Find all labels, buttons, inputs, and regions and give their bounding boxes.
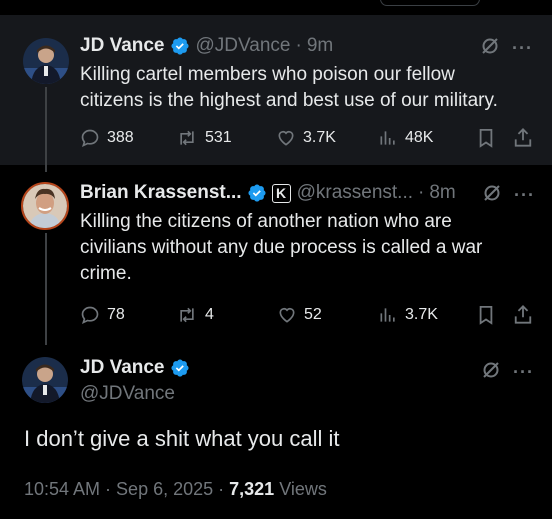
affiliate-badge-icon[interactable]: K — [271, 183, 291, 203]
views-button[interactable]: 48K — [378, 128, 433, 148]
tweet-text-line: civilians without any due process is cal… — [80, 237, 483, 258]
share-button[interactable] — [513, 304, 533, 325]
avatar-jdvance[interactable] — [23, 38, 69, 84]
like-button[interactable]: 52 — [277, 305, 322, 325]
tweet-2-handle[interactable]: @krassenst... — [297, 182, 413, 204]
share-button[interactable] — [513, 127, 533, 148]
tweet-1-time[interactable]: 9m — [307, 35, 333, 57]
reply-count: 78 — [107, 306, 125, 323]
tweet-text-line: Killing cartel members who poison our fe… — [80, 64, 455, 85]
grok-icon[interactable] — [481, 360, 501, 385]
heart-icon — [278, 130, 294, 146]
top-pill-button[interactable] — [380, 0, 480, 6]
main-tweet-header: JD Vance — [80, 357, 190, 379]
tweet-2-header: Brian Krassenst... K @krassenst... · 8m — [80, 182, 456, 204]
avatar-jdvance-main[interactable] — [22, 357, 68, 403]
reply-icon — [81, 306, 99, 325]
repost-count: 4 — [205, 306, 214, 323]
reply-icon — [81, 129, 99, 148]
verified-badge-icon — [170, 36, 190, 56]
bookmark-button[interactable] — [477, 305, 495, 325]
tweet-2-text: Killing the citizens of another nation w… — [80, 209, 482, 287]
thread-line — [45, 233, 47, 345]
repost-button[interactable]: 531 — [176, 128, 232, 148]
repost-count: 531 — [205, 129, 232, 146]
more-options-icon[interactable]: ··· — [514, 185, 535, 206]
like-count: 52 — [304, 306, 322, 323]
main-tweet-author-name[interactable]: JD Vance — [80, 357, 165, 379]
tweet-2-author-name[interactable]: Brian Krassenst... — [80, 182, 242, 204]
views-count: 48K — [405, 129, 434, 146]
more-options-icon[interactable]: ··· — [512, 38, 533, 59]
views-count: 3.7K — [405, 306, 438, 323]
like-count: 3.7K — [303, 129, 336, 146]
separator-dot: · — [295, 35, 302, 56]
tweet-1-top-actions: ··· — [480, 36, 533, 61]
main-tweet-timestamp[interactable]: 10:54 AM · Sep 6, 2025 · — [24, 479, 229, 499]
main-tweet-top-actions: ··· — [481, 360, 534, 385]
tweet-text-line: citizens is the highest and best use of … — [80, 90, 498, 111]
views-icon — [380, 308, 395, 322]
views-button[interactable]: 3.7K — [378, 305, 438, 325]
tweet-2-top-actions: ··· — [482, 183, 535, 208]
main-tweet-text: I don’t give a shit what you call it — [24, 426, 340, 451]
grok-icon[interactable] — [482, 183, 502, 208]
main-tweet-views-count: 7,321 — [229, 479, 275, 499]
bookmark-icon — [479, 129, 493, 148]
tweet-text-line: crime. — [80, 263, 132, 284]
reply-count: 388 — [107, 129, 134, 146]
share-icon — [514, 305, 532, 324]
bookmark-button[interactable] — [477, 128, 495, 148]
like-button[interactable]: 3.7K — [276, 128, 336, 148]
tweet-1-author-name[interactable]: JD Vance — [80, 35, 165, 57]
main-tweet-views-label: Views — [274, 479, 327, 499]
grok-icon[interactable] — [480, 36, 500, 61]
repost-icon — [180, 307, 194, 323]
verified-badge-icon — [170, 358, 190, 378]
repost-button[interactable]: 4 — [176, 305, 214, 325]
tweet-1-handle[interactable]: @JDVance — [196, 35, 291, 57]
main-tweet-handle[interactable]: @JDVance — [80, 383, 175, 405]
tweet-2-time[interactable]: 8m — [429, 182, 455, 204]
heart-icon — [279, 307, 295, 323]
bookmark-icon — [479, 306, 493, 325]
main-tweet-meta: 10:54 AM · Sep 6, 2025 · 7,321 Views — [24, 479, 327, 500]
tweet-1-text: Killing cartel members who poison our fe… — [80, 62, 498, 114]
repost-icon — [180, 130, 194, 146]
tweet-text-line: Killing the citizens of another nation w… — [80, 211, 452, 232]
thread-line — [45, 87, 47, 172]
avatar-krassenstein[interactable] — [21, 182, 69, 230]
tweet-1-header: JD Vance @JDVance · 9m — [80, 35, 333, 57]
separator-dot: · — [418, 182, 425, 203]
more-options-icon[interactable]: ··· — [513, 362, 534, 383]
reply-button[interactable]: 388 — [80, 128, 134, 148]
share-icon — [514, 128, 532, 147]
reply-button[interactable]: 78 — [80, 305, 125, 325]
views-icon — [380, 131, 395, 145]
verified-badge-icon — [247, 183, 267, 203]
